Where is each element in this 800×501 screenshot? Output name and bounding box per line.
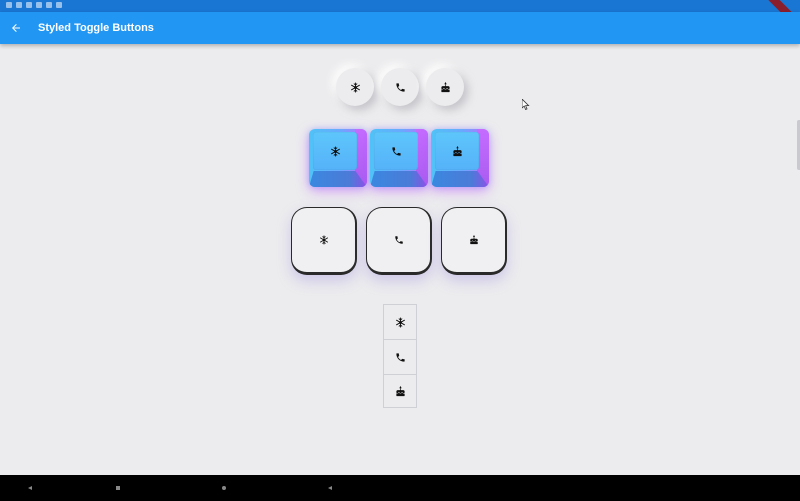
- gradient-call-button[interactable]: [370, 129, 428, 187]
- neumorphic-cake-button[interactable]: [426, 68, 464, 106]
- outlined-snow-button[interactable]: [291, 207, 357, 275]
- call-icon: [391, 146, 402, 157]
- nav-home-button[interactable]: [106, 475, 130, 501]
- nav-recents-button[interactable]: [212, 475, 236, 501]
- vertical-snow-button[interactable]: [384, 305, 416, 339]
- ac-unit-icon: [319, 235, 329, 245]
- page-title: Styled Toggle Buttons: [38, 22, 154, 34]
- ac-unit-icon: [330, 146, 341, 157]
- back-icon: [28, 486, 32, 490]
- cake-icon: [452, 146, 463, 157]
- outlined-cake-button[interactable]: [441, 207, 507, 275]
- outlined-call-button[interactable]: [366, 207, 432, 275]
- collapse-icon: [328, 486, 332, 490]
- gradient-cake-button[interactable]: [431, 129, 489, 187]
- cake-icon: [395, 386, 406, 397]
- neumorphic-snow-button[interactable]: [336, 68, 374, 106]
- neumorphic-call-button[interactable]: [381, 68, 419, 106]
- nav-back-button[interactable]: [18, 475, 42, 501]
- mouse-cursor-icon: [522, 99, 530, 110]
- nav-collapse-button[interactable]: [318, 475, 342, 501]
- system-nav-bar: [0, 475, 800, 501]
- ac-unit-icon: [350, 82, 361, 93]
- status-bar: [0, 0, 800, 35]
- vertical-cake-button[interactable]: [384, 374, 416, 408]
- arrow-back-icon: [12, 24, 20, 32]
- toggle-group-vertical: [383, 304, 417, 408]
- call-icon: [394, 235, 404, 245]
- back-button[interactable]: [1, 12, 31, 44]
- cake-icon: [469, 235, 479, 245]
- call-icon: [395, 82, 406, 93]
- app-bar: Styled Toggle Buttons: [0, 12, 800, 44]
- home-icon: [116, 486, 120, 490]
- ac-unit-icon: [395, 317, 406, 328]
- gradient-snow-button[interactable]: [309, 129, 367, 187]
- call-icon: [395, 352, 406, 363]
- recents-icon: [222, 486, 226, 490]
- cake-icon: [440, 82, 451, 93]
- status-icons: [6, 2, 62, 8]
- vertical-call-button[interactable]: [384, 340, 416, 374]
